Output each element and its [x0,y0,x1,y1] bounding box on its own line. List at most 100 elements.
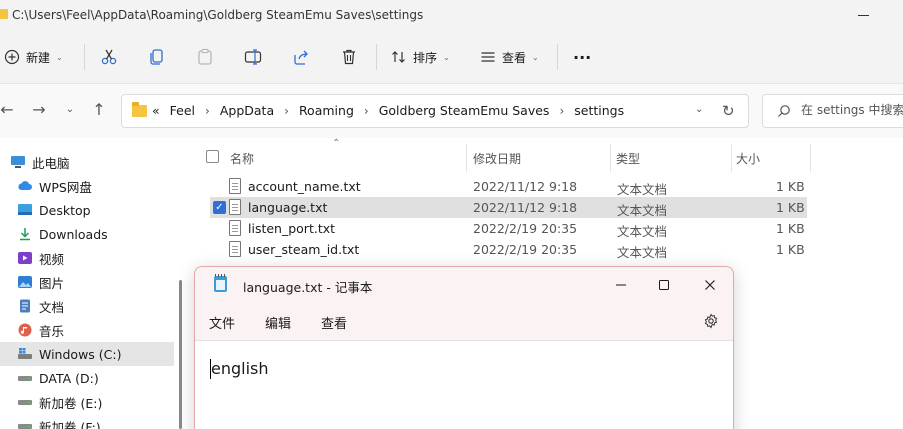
notepad-titlebar[interactable]: language.txt - 记事本 [195,267,733,303]
column-header-type[interactable]: 类型 [616,144,640,172]
breadcrumb-item[interactable]: AppData [220,103,274,118]
file-row-selected[interactable]: ✓ language.txt 2022/11/12 9:18 文本文档 1 KB [210,197,807,218]
menu-file[interactable]: 文件 [209,313,235,332]
minimize-button[interactable] [852,5,876,25]
paste-button[interactable] [196,44,214,70]
column-header-size[interactable]: 大小 [736,144,760,172]
refresh-icon[interactable]: ↻ [722,102,735,120]
sidebar-item-desktop[interactable]: Desktop [0,198,174,222]
chevron-right-icon[interactable]: › [284,104,289,118]
chevron-down-icon: ⌄ [532,52,539,62]
toolbar-divider [376,44,377,70]
document-icon [17,299,33,313]
copy-button[interactable] [148,44,166,70]
sidebar-item-drive-d[interactable]: DATA (D:) [0,366,174,390]
sidebar-item-drive-f[interactable]: 新加卷 (F:) [0,414,174,429]
recent-chevron-icon[interactable]: ⌄ [59,99,81,121]
address-dropdown-icon[interactable]: ⌄ [695,104,703,115]
close-button[interactable] [690,271,730,299]
file-row[interactable]: account_name.txt 2022/11/12 9:18 文本文档 1 … [210,176,807,197]
sidebar-item-label: 新加卷 (F:) [39,419,101,429]
chevron-right-icon[interactable]: › [559,104,564,118]
view-button[interactable]: 查看 ⌄ [480,44,539,70]
navigation-pane: 此电脑 WPS网盘 Desktop Downloads 视频 图片 文档 音乐 [0,138,178,429]
sidebar-item-label: DATA (D:) [39,370,99,386]
sort-icon [392,51,405,63]
chevron-right-icon[interactable]: › [205,104,210,118]
rename-button[interactable] [244,44,262,70]
column-divider[interactable] [731,144,732,172]
chevron-down-icon: ⌄ [56,52,63,62]
file-row[interactable]: listen_port.txt 2022/2/19 20:35 文本文档 1 K… [210,218,807,239]
sidebar-item-documents[interactable]: 文档 [0,294,174,318]
sidebar-item-videos[interactable]: 视频 [0,246,174,270]
breadcrumb-overflow[interactable]: « [152,103,160,118]
delete-button[interactable] [340,44,358,70]
breadcrumb-item[interactable]: Roaming [299,103,354,118]
sidebar-item-this-pc[interactable]: 此电脑 [0,150,174,174]
share-button[interactable] [292,44,310,70]
column-header-name[interactable]: 名称 [230,144,254,172]
file-type: 文本文档 [617,203,668,218]
sidebar-item-label: 此电脑 [32,155,70,171]
command-bar: 新建 ⌄ 排序 ⌄ 查看 ⌄ ··· [0,32,903,84]
settings-button[interactable] [703,313,719,332]
folder-icon [0,9,8,19]
sidebar-scrollbar[interactable] [179,280,182,429]
search-box[interactable] [762,94,903,128]
file-size: 1 KB [776,200,805,215]
cut-button[interactable] [100,44,118,70]
video-icon [17,251,33,265]
select-all-checkbox[interactable] [206,150,219,163]
breadcrumb-item[interactable]: Goldberg SteamEmu Saves [379,103,550,118]
rename-icon [244,49,262,65]
file-modified: 2022/2/19 20:35 [473,242,578,257]
music-icon [17,323,33,337]
menu-view[interactable]: 查看 [321,313,347,332]
column-divider[interactable] [610,144,611,172]
folder-icon [132,102,147,117]
breadcrumb-item[interactable]: Feel [170,103,195,118]
breadcrumb-item[interactable]: settings [574,103,624,118]
window-title: C:\Users\Feel\AppData\Roaming\Goldberg S… [12,8,424,22]
search-input[interactable] [801,103,903,117]
more-options-button[interactable]: ··· [573,44,591,70]
sidebar-item-drive-e[interactable]: 新加卷 (E:) [0,390,174,414]
sidebar-item-wps-cloud[interactable]: WPS网盘 [0,174,174,198]
column-divider[interactable] [466,144,467,172]
notepad-menubar: 文件 编辑 查看 [195,303,733,339]
maximize-button[interactable] [644,271,684,299]
forward-arrow-icon[interactable]: → [28,99,50,121]
minimize-button[interactable] [601,271,641,299]
chevron-right-icon[interactable]: › [364,104,369,118]
sidebar-item-drive-c[interactable]: Windows (C:) [0,342,174,366]
toolbar-divider [84,44,85,70]
menu-edit[interactable]: 编辑 [265,313,291,332]
file-row[interactable]: user_steam_id.txt 2022/2/19 20:35 文本文档 1… [210,239,807,260]
address-bar[interactable]: « Feel › AppData › Roaming › Goldberg St… [121,94,749,128]
sidebar-item-label: Desktop [39,202,91,218]
sidebar-item-label: 图片 [39,275,65,291]
scissors-icon [101,49,117,65]
column-header-modified[interactable]: 修改日期 [473,144,521,172]
sidebar-item-music[interactable]: 音乐 [0,318,174,342]
up-arrow-icon[interactable]: ↑ [88,99,110,121]
sort-button[interactable]: 排序 ⌄ [391,44,450,70]
sort-label: 排序 [413,50,438,65]
sidebar-item-pictures[interactable]: 图片 [0,270,174,294]
sidebar-item-label: 文档 [39,299,65,315]
back-arrow-icon[interactable]: ← [0,99,18,121]
text-editor-area[interactable]: english [195,340,733,429]
maximize-icon [659,280,669,290]
row-checkbox-checked[interactable]: ✓ [213,201,226,214]
sidebar-item-label: 新加卷 (E:) [39,395,103,411]
computer-icon [10,155,26,169]
new-button[interactable]: 新建 ⌄ [4,44,63,70]
editor-content: english [211,359,269,378]
column-divider[interactable] [810,144,811,172]
view-label: 查看 [502,50,527,65]
text-file-icon [229,178,241,194]
file-modified: 2022/11/12 9:18 [473,179,578,194]
sidebar-item-downloads[interactable]: Downloads [0,222,174,246]
breadcrumb: « Feel › AppData › Roaming › Goldberg St… [152,103,624,118]
